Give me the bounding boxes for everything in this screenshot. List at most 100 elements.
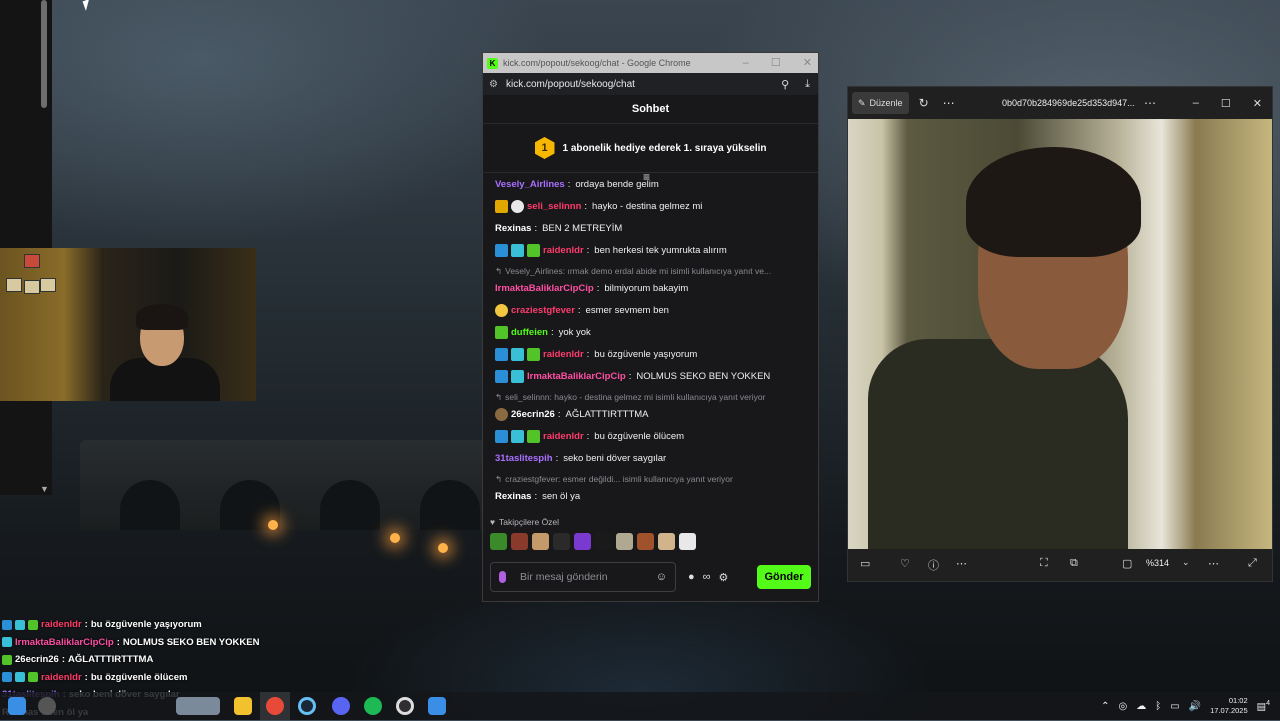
chat-username[interactable]: raidenldr: [543, 431, 584, 442]
taskbar[interactable]: ⌃ ◎ ☁ ᛒ ▭ 🔊 01:02 17.07.2025 ▤4: [0, 692, 1280, 720]
emote-picker-icon[interactable]: ●: [688, 571, 695, 583]
chat-username[interactable]: raidenldr: [543, 349, 584, 360]
chat-username[interactable]: IrmaktaBaliklarCipCip: [495, 283, 594, 294]
info-icon[interactable]: ⓘ: [928, 557, 939, 573]
chat-username[interactable]: Rexinas: [495, 491, 531, 502]
emote[interactable]: [532, 533, 549, 550]
discord-icon[interactable]: [332, 697, 350, 715]
edit-button[interactable]: ✎ Düzenle: [852, 92, 909, 114]
chat-username[interactable]: IrmaktaBaliklarCipCip: [527, 371, 626, 382]
chat-username[interactable]: seli_selinnn: [527, 201, 581, 212]
chat-message[interactable]: 26ecrin26:AĞLATTTIRTTTMA: [495, 403, 806, 425]
zoom-icon[interactable]: ⚲: [781, 78, 789, 91]
chat-message[interactable]: IrmaktaBaliklarCipCip:bilmiyorum bakayim: [495, 277, 806, 299]
thumbnail-icon[interactable]: [176, 697, 220, 715]
more-icon[interactable]: ⋯: [956, 557, 967, 570]
chat-username[interactable]: Rexinas: [495, 223, 531, 234]
network-icon[interactable]: ▭: [1170, 701, 1179, 712]
notification-icon[interactable]: ▤4: [1257, 700, 1270, 712]
send-button[interactable]: Gönder: [757, 565, 811, 589]
search-icon[interactable]: [38, 697, 56, 715]
emote[interactable]: [616, 533, 633, 550]
emote[interactable]: [553, 533, 570, 550]
viewer-toolbar[interactable]: ✎ Düzenle ↻ ⋯ 0b0d70b284969de25d353d947.…: [848, 87, 1272, 119]
message-input[interactable]: Bir mesaj gönderin ☺: [490, 562, 676, 592]
chat-message[interactable]: raidenldr:bu özgüvenle yaşıyorum: [495, 343, 806, 365]
mic-icon[interactable]: [499, 571, 506, 583]
settings-gear-icon[interactable]: ⚙: [719, 571, 729, 584]
emote[interactable]: [595, 533, 612, 550]
more-options-icon[interactable]: ⋯: [943, 96, 955, 110]
maximize-button[interactable]: ☐: [771, 53, 781, 73]
url-text[interactable]: kick.com/popout/sekoog/chat: [506, 79, 635, 90]
tray-chevron-icon[interactable]: ⌃: [1101, 701, 1109, 712]
file-explorer-icon[interactable]: [234, 697, 252, 715]
tray-bluetooth-icon[interactable]: ᛒ: [1155, 701, 1161, 712]
displayed-photo[interactable]: [848, 119, 1272, 549]
kick-app-icon[interactable]: [428, 697, 446, 715]
chat-message[interactable]: seli_selinnn:hayko - destina gelmez mi: [495, 195, 806, 217]
chat-message[interactable]: duffeien:yok yok: [495, 321, 806, 343]
chat-message[interactable]: Vesely_Airlines:ordaya bende gelim: [495, 173, 806, 195]
chat-username[interactable]: raidenldr: [543, 245, 584, 256]
bottom-more-icon[interactable]: ⋯: [1208, 557, 1219, 570]
chrome-icon[interactable]: [266, 697, 284, 715]
scan-text-icon[interactable]: ⧉: [1070, 557, 1078, 570]
chat-messages[interactable]: Vesely_Airlines:ordaya bende gelimseli_s…: [483, 173, 818, 513]
emote[interactable]: [490, 533, 507, 550]
chrome-chat-window[interactable]: K kick.com/popout/sekoog/chat - Google C…: [483, 53, 818, 601]
emote[interactable]: [511, 533, 528, 550]
gift-sub-banner[interactable]: 1 1 abonelik hediye ederek 1. sıraya yük…: [483, 124, 818, 173]
title-more-icon[interactable]: ⋯: [1144, 96, 1156, 110]
emote[interactable]: [679, 533, 696, 550]
reply-reference[interactable]: ↰Vesely_Airlines: ırmak demo erdal abide…: [495, 261, 806, 277]
tray-app-icon[interactable]: ◎: [1118, 701, 1127, 712]
reply-reference[interactable]: ↰seli_selinnn: hayko - destina gelmez mi…: [495, 387, 806, 403]
scroll-down-icon[interactable]: ▼: [40, 484, 49, 494]
viewer-bottom-bar[interactable]: ▭ ♡ ⓘ ⋯ ⛶ ⧉ ▢ %314 ⌄ ⋯ ⤢: [848, 549, 1272, 581]
chat-message[interactable]: Rexinas:sen öl ya: [495, 485, 806, 507]
emoji-icon[interactable]: ☺: [656, 571, 667, 583]
download-icon[interactable]: ⤓: [805, 78, 810, 91]
chat-message[interactable]: raidenldr:ben herkesi tek yumrukta alırı…: [495, 239, 806, 261]
start-icon[interactable]: [8, 697, 26, 715]
chat-username[interactable]: craziestgfever: [511, 305, 575, 316]
volume-icon[interactable]: 🔊: [1189, 701, 1201, 712]
filmstrip-icon[interactable]: ▭: [860, 557, 870, 570]
emote[interactable]: [637, 533, 654, 550]
chat-username[interactable]: Vesely_Airlines: [495, 179, 565, 190]
fit-screen-icon[interactable]: ▢: [1122, 557, 1132, 570]
photo-viewer-window[interactable]: ✎ Düzenle ↻ ⋯ 0b0d70b284969de25d353d947.…: [848, 87, 1272, 581]
chat-message[interactable]: raidenldr:bu özgüvenle ölücem: [495, 425, 806, 447]
chat-message[interactable]: 31taslitespih:seko beni döver saygılar: [495, 447, 806, 469]
viewer-minimize-button[interactable]: –: [1193, 97, 1199, 110]
chat-message[interactable]: craziestgfever:esmer sevmem ben: [495, 299, 806, 321]
crop-icon[interactable]: ⛶: [1040, 557, 1048, 570]
fullscreen-icon[interactable]: ⤢: [1248, 557, 1257, 570]
chat-message[interactable]: IrmaktaBaliklarCipCip:NOLMUS SEKO BEN YO…: [495, 365, 806, 387]
reply-reference[interactable]: ↰craziestgfever: esmer değildi... isimli…: [495, 469, 806, 485]
chat-username[interactable]: 31taslitespih: [495, 453, 553, 464]
viewer-maximize-button[interactable]: ☐: [1221, 97, 1231, 110]
favorite-heart-icon[interactable]: ♡: [900, 557, 910, 570]
clock[interactable]: 01:02 17.07.2025: [1210, 696, 1248, 716]
window-titlebar[interactable]: K kick.com/popout/sekoog/chat - Google C…: [483, 53, 818, 73]
minimize-button[interactable]: –: [743, 53, 749, 73]
system-tray[interactable]: ⌃ ◎ ☁ ᛒ ▭ 🔊 01:02 17.07.2025 ▤4: [1101, 692, 1270, 720]
zoom-dropdown-icon[interactable]: ⌄: [1182, 557, 1190, 568]
close-button[interactable]: ✕: [803, 53, 812, 73]
chat-username[interactable]: 26ecrin26: [511, 409, 555, 420]
scrollbar-thumb[interactable]: [41, 0, 47, 108]
obs-icon[interactable]: [396, 697, 414, 715]
infinity-icon[interactable]: ∞: [703, 571, 711, 583]
zoom-level[interactable]: %314: [1146, 558, 1169, 568]
chat-username[interactable]: duffeien: [511, 327, 548, 338]
steam-icon[interactable]: [298, 697, 316, 715]
site-info-icon[interactable]: ⚙: [489, 79, 498, 90]
chat-message[interactable]: Rexinas:BEN 2 METREYİM: [495, 217, 806, 239]
emote[interactable]: [574, 533, 591, 550]
rotate-icon[interactable]: ↻: [919, 96, 929, 110]
tray-cloud-icon[interactable]: ☁: [1136, 701, 1146, 712]
address-bar[interactable]: ⚙ kick.com/popout/sekoog/chat ⚲ ⤓: [483, 73, 818, 95]
viewer-close-button[interactable]: ✕: [1253, 97, 1262, 110]
